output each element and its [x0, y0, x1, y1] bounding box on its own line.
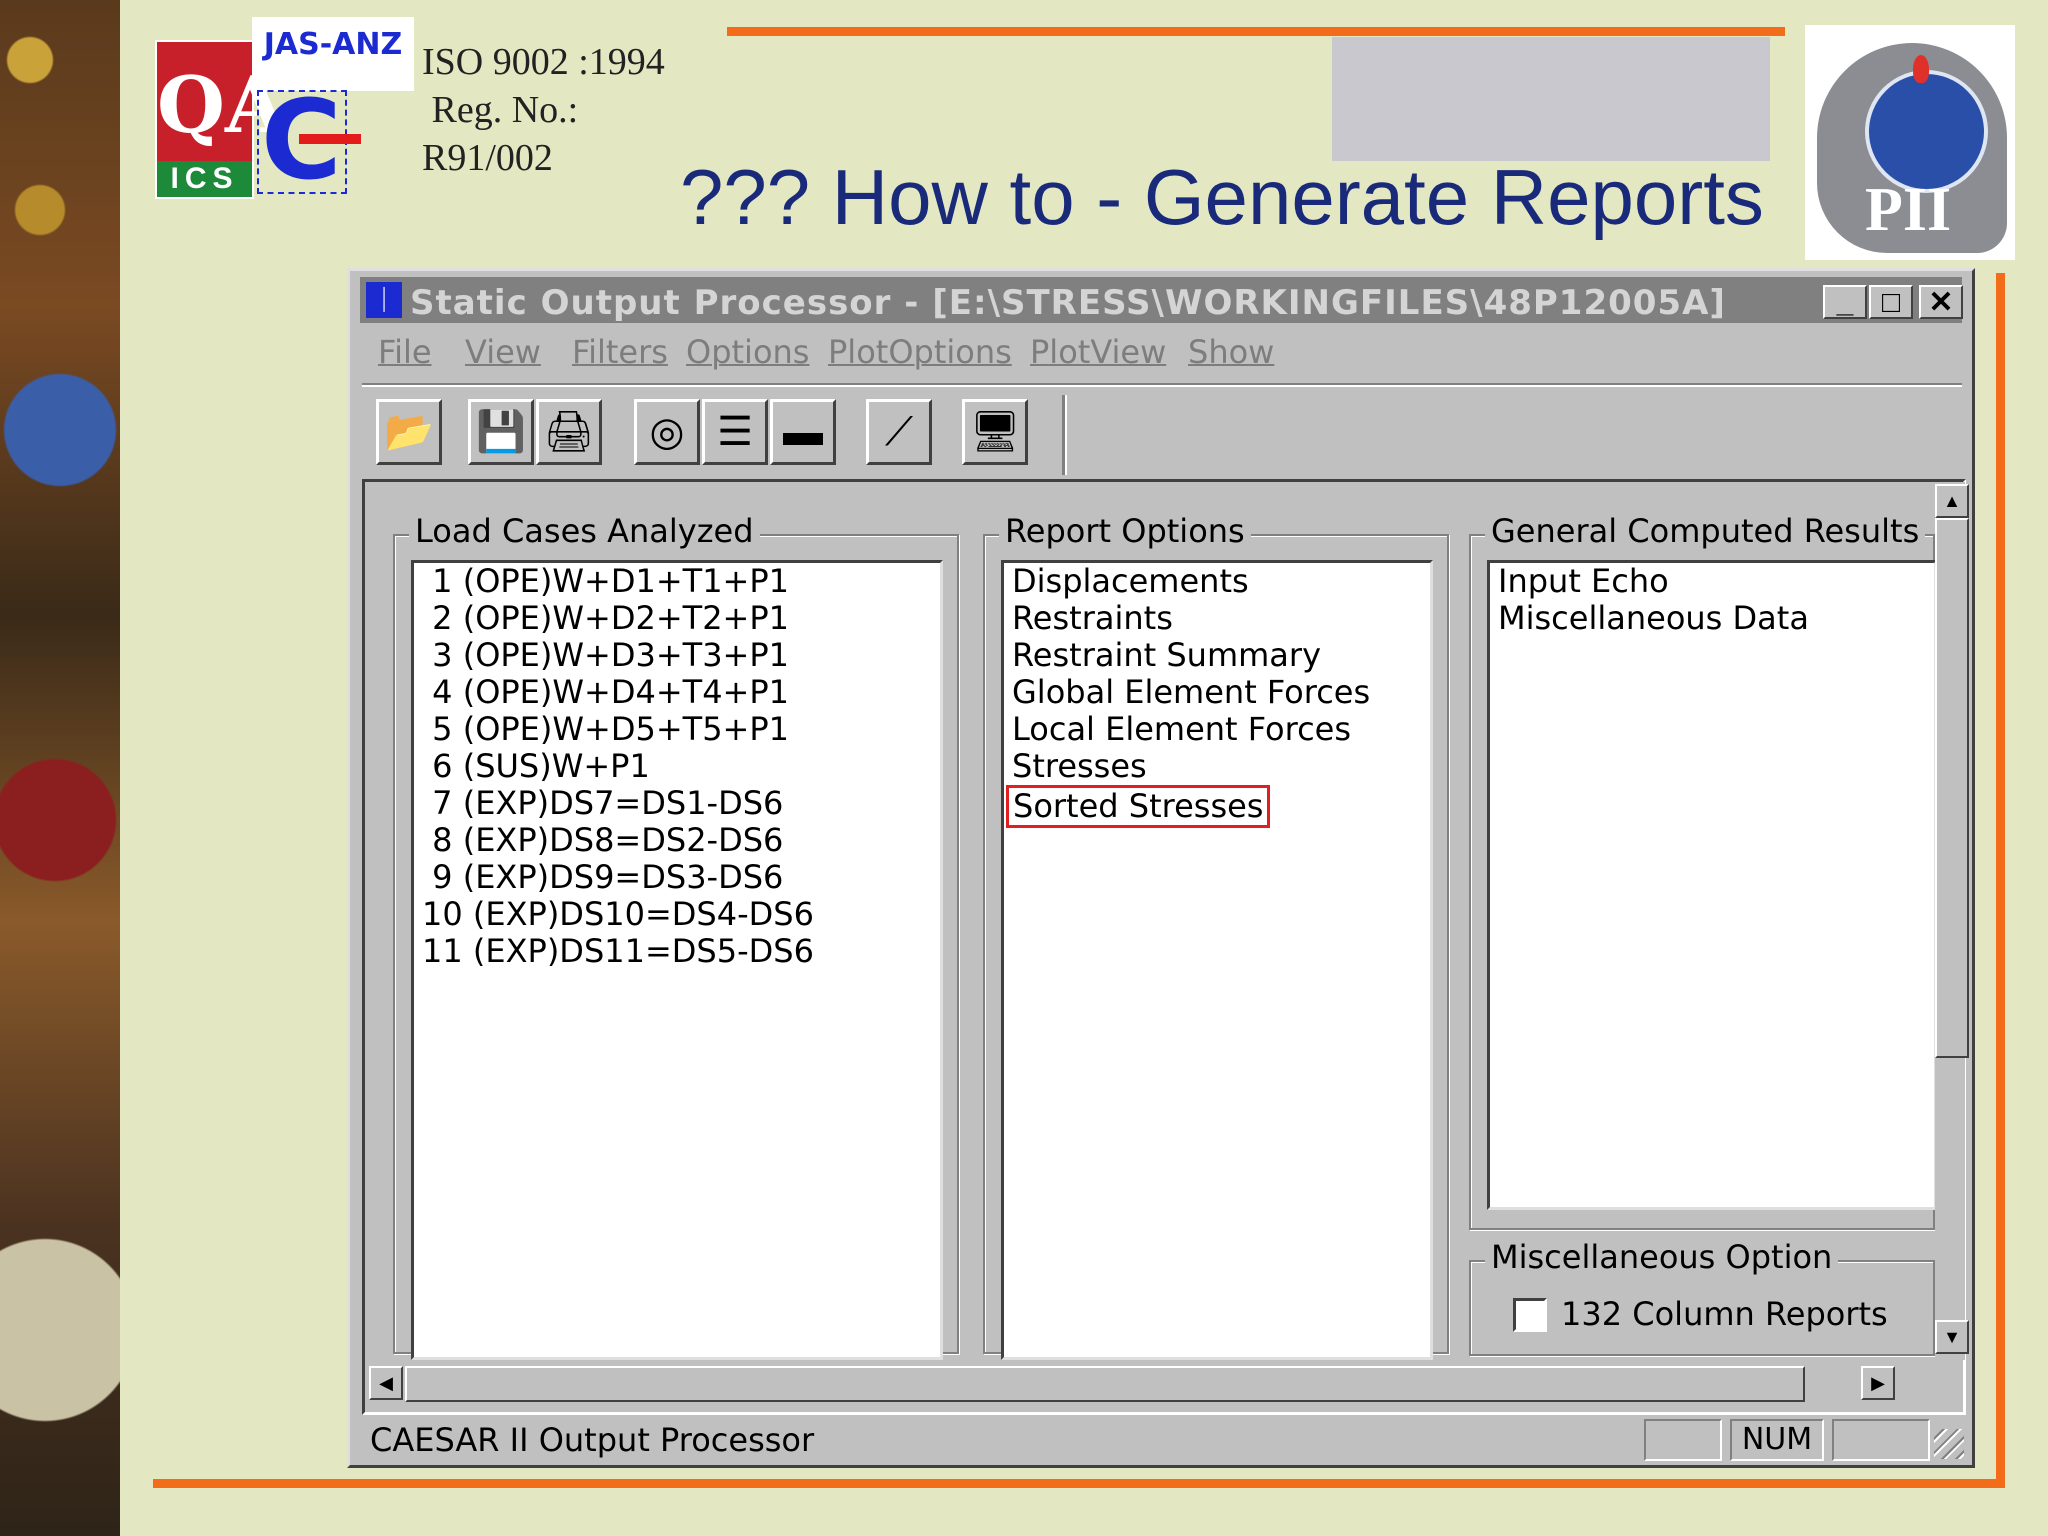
maximize-button[interactable]: □ — [1869, 285, 1913, 319]
report-options-label: Report Options — [999, 512, 1251, 550]
open-folder-icon[interactable]: 📂 — [376, 399, 442, 465]
orange-rule-right — [1996, 273, 2005, 1488]
toolbar: 📂 💾 🖨 ◎ ☰ ▬ ⟋ 🖥 — [362, 391, 1962, 481]
pii-flame-icon — [1913, 55, 1929, 83]
load-cases-group: Load Cases Analyzed 1 (OPE)W+D1+T1+P1 2 … — [393, 512, 959, 1360]
plot-zoom-icon[interactable]: ⟋ — [866, 399, 932, 465]
horizontal-scroll-thumb[interactable] — [405, 1366, 1805, 1402]
menu-show[interactable]: Show — [1188, 333, 1274, 371]
ics-logo-text: ICS — [157, 161, 252, 197]
general-results-group: General Computed Results Input Echo Misc… — [1469, 512, 1937, 1230]
iso-line-2: Reg. No.: — [422, 89, 579, 131]
resize-grip-icon[interactable] — [1934, 1429, 1964, 1459]
menu-options[interactable]: Options — [686, 333, 809, 371]
list-item[interactable]: Displacements — [1004, 563, 1430, 600]
toolbar-divider — [1062, 395, 1067, 475]
column-reports-checkbox[interactable] — [1513, 1298, 1547, 1332]
app-icon[interactable]: ᛁ — [366, 282, 402, 318]
list-item[interactable]: Miscellaneous Data — [1490, 600, 1934, 637]
general-results-list[interactable]: Input Echo Miscellaneous Data — [1487, 560, 1937, 1210]
status-pane-3 — [1832, 1419, 1930, 1461]
list-item[interactable]: 6 (SUS)W+P1 — [414, 748, 940, 785]
report-view-icon[interactable]: ☰ — [702, 399, 768, 465]
monitor-icon[interactable]: 🖥 — [962, 399, 1028, 465]
client-area: Load Cases Analyzed 1 (OPE)W+D1+T1+P1 2 … — [362, 479, 1969, 1415]
minimize-button[interactable]: _ — [1823, 285, 1867, 319]
menu-separator — [362, 383, 1962, 387]
report-options-list[interactable]: Displacements Restraints Restraint Summa… — [1001, 560, 1433, 1360]
menu-file[interactable]: File — [378, 333, 432, 371]
vertical-scrollbar[interactable]: ▲ ▼ — [1935, 482, 1969, 1360]
list-item[interactable]: 8 (EXP)DS8=DS2-DS6 — [414, 822, 940, 859]
list-item[interactable]: 4 (OPE)W+D4+T4+P1 — [414, 674, 940, 711]
panel-view-icon[interactable]: ▬ — [770, 399, 836, 465]
title-bar[interactable]: ᛁ Static Output Processor - [E:\STRESS\W… — [360, 277, 1963, 323]
horizontal-scrollbar[interactable]: ◀ ▶ — [365, 1364, 1895, 1404]
list-item[interactable]: Restraint Summary — [1004, 637, 1430, 674]
orange-rule-bottom — [153, 1479, 1998, 1488]
iso-line-1: ISO 9002 :1994 — [422, 41, 665, 83]
jas-anz-text: JAS-ANZ — [263, 27, 403, 62]
orange-rule-top — [727, 27, 1785, 36]
print-icon[interactable]: 🖨 — [536, 399, 602, 465]
iso-line-3: R91/002 — [422, 137, 553, 179]
list-item[interactable]: 10 (EXP)DS10=DS4-DS6 — [414, 896, 940, 933]
menu-view[interactable]: View — [465, 333, 541, 371]
pii-logo: PII — [1805, 25, 2015, 260]
scroll-up-icon[interactable]: ▲ — [1935, 484, 1969, 518]
menu-plotoptions[interactable]: PlotOptions — [828, 333, 1012, 371]
list-item[interactable]: 7 (EXP)DS7=DS1-DS6 — [414, 785, 940, 822]
report-options-group: Report Options Displacements Restraints … — [983, 512, 1449, 1360]
list-item[interactable]: Restraints — [1004, 600, 1430, 637]
list-item[interactable]: 2 (OPE)W+D2+T2+P1 — [414, 600, 940, 637]
scroll-down-icon[interactable]: ▼ — [1935, 1320, 1969, 1354]
window-title: Static Output Processor - [E:\STRESS\WOR… — [410, 283, 1726, 323]
menu-bar: File View Filters Options PlotOptions Pl… — [362, 333, 1962, 377]
c-mark-bar — [299, 134, 361, 144]
scroll-right-icon[interactable]: ▶ — [1861, 1366, 1895, 1400]
list-item[interactable]: Local Element Forces — [1004, 711, 1430, 748]
list-item[interactable]: 11 (EXP)DS11=DS5-DS6 — [414, 933, 940, 970]
status-text: CAESAR II Output Processor — [370, 1421, 815, 1459]
list-item[interactable]: 9 (EXP)DS9=DS3-DS6 — [414, 859, 940, 896]
list-item[interactable]: Input Echo — [1490, 563, 1934, 600]
column-reports-label[interactable]: 132 Column Reports — [1561, 1296, 1888, 1333]
placeholder-block — [1332, 37, 1770, 161]
c-mark-logo: C — [257, 76, 361, 204]
status-pane-1 — [1644, 1419, 1722, 1461]
vertical-scroll-thumb[interactable] — [1935, 518, 1969, 1058]
iso-certification: ISO 9002 :1994 Reg. No.: R91/002 — [422, 38, 665, 182]
menu-filters[interactable]: Filters — [572, 333, 668, 371]
menu-plotview[interactable]: PlotView — [1030, 333, 1166, 371]
static-output-processor-window: ᛁ Static Output Processor - [E:\STRESS\W… — [347, 268, 1975, 1468]
list-item[interactable]: Stresses — [1004, 748, 1430, 785]
qa-logo-text: QA — [157, 60, 286, 151]
save-disk-icon[interactable]: 💾 — [468, 399, 534, 465]
load-cases-list[interactable]: 1 (OPE)W+D1+T1+P1 2 (OPE)W+D2+T2+P1 3 (O… — [411, 560, 943, 1360]
list-item[interactable]: 3 (OPE)W+D3+T3+P1 — [414, 637, 940, 674]
general-results-label: General Computed Results — [1485, 512, 1926, 550]
status-bar: CAESAR II Output Processor NUM — [362, 1415, 1966, 1463]
load-cases-label: Load Cases Analyzed — [409, 512, 760, 550]
qa-logo: QA ICS — [155, 40, 286, 199]
list-item[interactable]: 5 (OPE)W+D5+T5+P1 — [414, 711, 940, 748]
pii-logo-text: PII — [1865, 176, 1952, 244]
scroll-left-icon[interactable]: ◀ — [369, 1366, 403, 1400]
target-view-icon[interactable]: ◎ — [634, 399, 700, 465]
close-button[interactable]: ✕ — [1919, 285, 1963, 319]
status-pane-num: NUM — [1730, 1419, 1824, 1461]
misc-option-group: Miscellaneous Option 132 Column Reports — [1469, 1238, 1935, 1356]
list-item[interactable]: 1 (OPE)W+D1+T1+P1 — [414, 563, 940, 600]
list-item[interactable]: Global Element Forces — [1004, 674, 1430, 711]
slide-title: ??? How to - Generate Reports — [680, 153, 1764, 241]
decorative-photo-strip — [0, 0, 120, 1536]
misc-option-label: Miscellaneous Option — [1485, 1238, 1839, 1276]
sorted-stresses-item[interactable]: Sorted Stresses — [1006, 785, 1271, 828]
